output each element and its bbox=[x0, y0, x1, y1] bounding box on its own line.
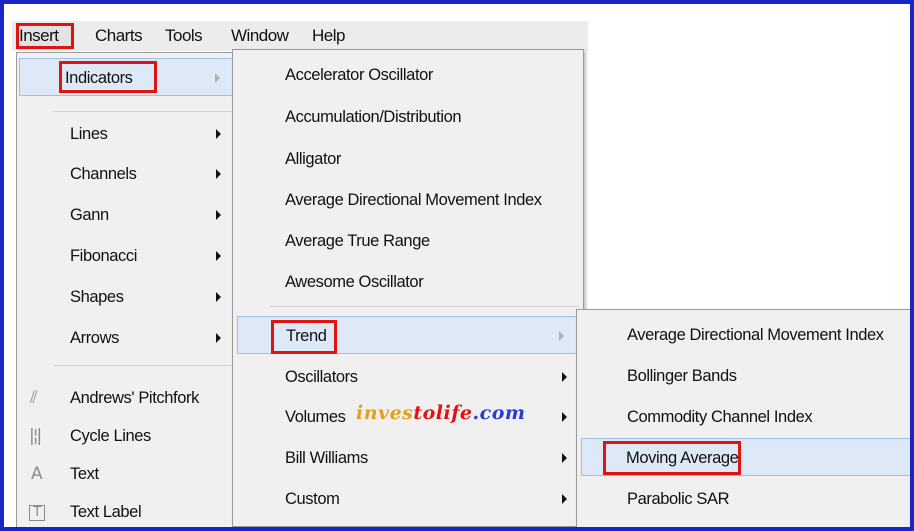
menu-tools[interactable]: Tools bbox=[162, 23, 205, 49]
highlight-box-trend bbox=[271, 320, 337, 354]
watermark-part-3: .com bbox=[472, 402, 526, 424]
menu-separator bbox=[53, 111, 233, 112]
menu-window[interactable]: Window bbox=[228, 23, 291, 49]
fibonacci-label: Fibonacci bbox=[70, 247, 138, 265]
menu-help[interactable]: Help bbox=[309, 23, 348, 49]
text-icon: A bbox=[31, 464, 43, 484]
text-label: Text bbox=[70, 465, 99, 483]
lines-label: Lines bbox=[70, 125, 108, 143]
accelerator-oscillator-label: Accelerator Oscillator bbox=[285, 66, 433, 84]
highlight-box-moving-average bbox=[603, 441, 741, 475]
bollinger-bands-label: Bollinger Bands bbox=[627, 367, 737, 385]
alligator-label: Alligator bbox=[285, 150, 342, 168]
indicator-atr[interactable]: Average True Range bbox=[235, 222, 581, 260]
screenshot-frame: Insert Charts Tools Window Help Indicato… bbox=[0, 0, 914, 531]
menu-insert[interactable]: Insert bbox=[16, 23, 74, 49]
andrews-pitchfork-label: Andrews' Pitchfork bbox=[70, 389, 199, 407]
insert-item-andrews-pitchfork[interactable]: ⫽ Andrews' Pitchfork bbox=[19, 379, 235, 417]
insert-item-shapes[interactable]: Shapes bbox=[19, 278, 235, 316]
adx-label: Average Directional Movement Index bbox=[285, 191, 542, 209]
indicator-accumulation-distribution[interactable]: Accumulation/Distribution bbox=[235, 98, 581, 136]
pitchfork-icon: ⫽ bbox=[30, 388, 38, 408]
bill-williams-label: Bill Williams bbox=[285, 449, 368, 467]
custom-label: Custom bbox=[285, 490, 340, 508]
parabolic-sar-label: Parabolic SAR bbox=[627, 490, 730, 508]
trend-adx-label: Average Directional Movement Index bbox=[627, 326, 884, 344]
insert-item-cycle-lines[interactable]: |¦| Cycle Lines bbox=[19, 417, 235, 455]
indicators-menu: Accelerator Oscillator Accumulation/Dist… bbox=[232, 49, 584, 527]
insert-item-text[interactable]: A Text bbox=[19, 455, 235, 493]
text-label-label: Text Label bbox=[70, 503, 142, 521]
indicator-bill-williams[interactable]: Bill Williams bbox=[235, 439, 581, 477]
trend-bollinger-bands[interactable]: Bollinger Bands bbox=[579, 357, 910, 395]
trend-menu: Average Directional Movement Index Bolli… bbox=[576, 309, 910, 527]
insert-item-text-label[interactable]: T Text Label bbox=[19, 493, 235, 527]
insert-menu: Indicators Lines Channels Gann Fibonacci… bbox=[16, 52, 238, 527]
watermark-part-1: inves bbox=[356, 402, 414, 424]
insert-item-arrows[interactable]: Arrows bbox=[19, 319, 235, 357]
insert-item-gann[interactable]: Gann bbox=[19, 196, 235, 234]
insert-item-lines[interactable]: Lines bbox=[19, 115, 235, 153]
indicator-awesome-oscillator[interactable]: Awesome Oscillator bbox=[235, 263, 581, 301]
trend-parabolic-sar[interactable]: Parabolic SAR bbox=[579, 480, 910, 518]
atr-label: Average True Range bbox=[285, 232, 430, 250]
arrows-label: Arrows bbox=[70, 329, 119, 347]
indicator-oscillators[interactable]: Oscillators bbox=[235, 358, 581, 396]
watermark-text: investolife.com bbox=[356, 402, 525, 424]
menu-separator bbox=[53, 365, 233, 366]
oscillators-label: Oscillators bbox=[285, 368, 358, 386]
channels-label: Channels bbox=[70, 165, 137, 183]
awesome-oscillator-label: Awesome Oscillator bbox=[285, 273, 424, 291]
indicator-custom[interactable]: Custom bbox=[235, 480, 581, 518]
insert-item-channels[interactable]: Channels bbox=[19, 155, 235, 193]
insert-item-fibonacci[interactable]: Fibonacci bbox=[19, 237, 235, 275]
trend-cci[interactable]: Commodity Channel Index bbox=[579, 398, 910, 436]
menu-separator bbox=[269, 306, 579, 307]
menu-charts[interactable]: Charts bbox=[92, 23, 145, 49]
indicator-adx[interactable]: Average Directional Movement Index bbox=[235, 181, 581, 219]
trend-adx[interactable]: Average Directional Movement Index bbox=[579, 316, 910, 354]
cci-label: Commodity Channel Index bbox=[627, 408, 813, 426]
accumulation-distribution-label: Accumulation/Distribution bbox=[285, 108, 462, 126]
watermark-part-2: tolife bbox=[413, 402, 473, 424]
highlight-box-indicators bbox=[59, 61, 157, 93]
cycle-lines-icon: |¦| bbox=[29, 426, 42, 446]
volumes-label: Volumes bbox=[285, 408, 346, 426]
gann-label: Gann bbox=[70, 206, 109, 224]
indicator-alligator[interactable]: Alligator bbox=[235, 140, 581, 178]
indicator-accelerator-oscillator[interactable]: Accelerator Oscillator bbox=[235, 56, 581, 94]
cycle-lines-label: Cycle Lines bbox=[70, 427, 151, 445]
text-label-icon: T bbox=[29, 505, 45, 521]
shapes-label: Shapes bbox=[70, 288, 124, 306]
menu-bar: Insert Charts Tools Window Help bbox=[12, 21, 588, 51]
